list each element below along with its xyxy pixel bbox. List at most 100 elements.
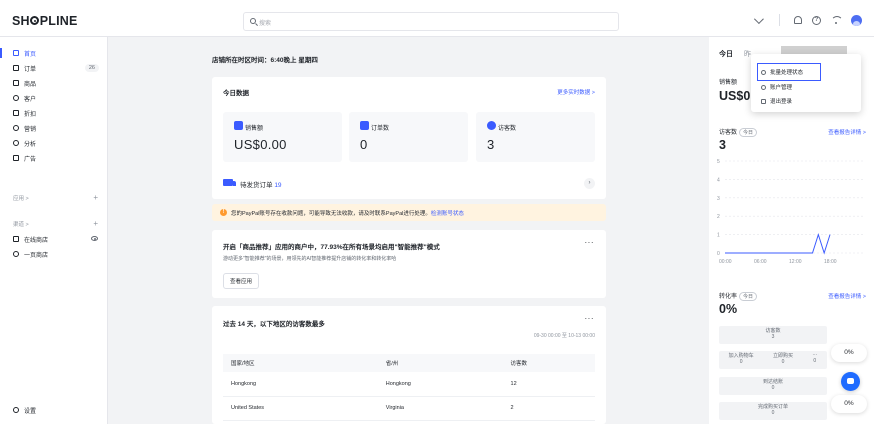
- signal-icon[interactable]: [831, 16, 841, 24]
- home-icon: [13, 50, 19, 56]
- help-icon[interactable]: ?: [812, 15, 821, 25]
- funnel-label: 访客数: [765, 328, 781, 334]
- more-realtime-link[interactable]: 更多实时数据 >: [557, 88, 595, 96]
- notice-message: 您的PayPal账号存在收款问题，可能导致无法收款，请及时联系PayPal进行处…: [231, 211, 431, 217]
- sidebar-item-label: 一页商店: [24, 252, 49, 259]
- metric-value: 3: [487, 137, 495, 152]
- menu-item-logout[interactable]: 退出登录: [761, 97, 792, 105]
- sidebar-item-marketing[interactable]: 营销: [0, 122, 108, 134]
- conversion-report-link[interactable]: 查看报告详情 >: [828, 292, 866, 300]
- shopline-logo[interactable]: SH PLINE: [12, 14, 78, 28]
- notice-text: 您的PayPal账号存在收款问题，可能导致无法收款，请及时联系PayPal进行处…: [231, 209, 464, 217]
- pending-shipment-card[interactable]: 待发货订单 19 ›: [212, 167, 606, 199]
- funnel-value: 0: [771, 410, 775, 416]
- chat-support-button[interactable]: [841, 372, 860, 391]
- y-tick-label: 1: [717, 233, 720, 239]
- y-tick-label: 2: [717, 214, 720, 220]
- sidebar-item-customers[interactable]: 客户: [0, 92, 108, 104]
- search-input[interactable]: 搜索: [243, 12, 619, 31]
- avatar[interactable]: [851, 14, 862, 26]
- conversion-label-text: 转化率: [719, 294, 738, 300]
- table-cell: Hongkong: [223, 372, 378, 397]
- funnel-label: 立即购买: [772, 353, 793, 359]
- chevron-right-icon[interactable]: ›: [584, 178, 595, 189]
- sidebar: 首页 订单 26 商品 客户 折扣 营销 分析 广告 应用 > + 渠道 > + 在线…: [0, 37, 108, 424]
- divider: [779, 14, 780, 26]
- sidebar-item-label: 订单: [24, 66, 37, 73]
- one-page-store-icon: [13, 251, 19, 257]
- funnel-value: 0: [771, 385, 775, 391]
- sidebar-item-online-store[interactable]: 在线商店: [0, 233, 108, 245]
- sidebar-item-discounts[interactable]: 折扣: [0, 107, 108, 119]
- today-title: 今日数据: [223, 90, 249, 97]
- bell-icon[interactable]: [794, 16, 802, 24]
- metric-orders[interactable]: 订单数 0: [349, 112, 468, 162]
- more-options-icon[interactable]: ···: [585, 314, 595, 323]
- sidebar-item-analytics[interactable]: 分析: [0, 137, 108, 149]
- funnel-step: 加入购物车 0: [729, 351, 754, 369]
- sidebar-item-settings[interactable]: 设置: [0, 404, 108, 416]
- promo-title: 开启「商品推荐」应用的商户中，77.93%在所有场景均启用"智能推荐"模式: [223, 244, 440, 251]
- sidebar-item-ads[interactable]: 广告: [0, 152, 108, 164]
- sidebar-item-orders[interactable]: 订单 26: [0, 62, 108, 74]
- date-range[interactable]: 09-30 00:00 至 10-13 00:00: [534, 332, 595, 339]
- view-app-button[interactable]: 查看应用: [223, 273, 260, 289]
- metric-label: 订单数: [371, 126, 390, 132]
- account-icon: [761, 84, 766, 90]
- metric-visitors[interactable]: 访客数 3: [476, 112, 595, 162]
- sidebar-item-one-page-store[interactable]: 一页商店: [0, 248, 108, 260]
- sidebar-group-channels[interactable]: 渠道 > +: [13, 219, 98, 228]
- search-icon: [250, 18, 256, 24]
- order-count-badge: 26: [84, 64, 99, 72]
- visitors-icon: [487, 121, 496, 130]
- sidebar-group-apps[interactable]: 应用 > +: [13, 193, 98, 202]
- store-time: 店铺所在时区时间：6:40晚上 星期四: [212, 57, 318, 64]
- promo-desc: 游动更多"智能推荐"的场景，用领先的AI智能推荐提升店铺的转化率和转化率哈: [223, 256, 397, 262]
- tab-yesterday[interactable]: 昨: [744, 49, 751, 59]
- sales-label: 销售额: [719, 80, 738, 86]
- y-tick-label: 4: [717, 177, 720, 183]
- visitors-report-link[interactable]: 查看报告详情 >: [828, 128, 866, 136]
- menu-item-account[interactable]: 账户管理: [761, 83, 792, 91]
- pending-label: 待发货订单 19: [240, 179, 282, 189]
- tab-today[interactable]: 今日: [719, 49, 733, 59]
- visitors-region-card: 过去 14 天，以下地区的访客数最多 ··· 09-30 00:00 至 10-…: [212, 306, 606, 424]
- funnel-label: 加入购物车: [728, 353, 754, 359]
- x-tick-label: 00:00: [719, 259, 732, 265]
- paypal-notice: ! 您的PayPal账号存在收款问题，可能导致无法收款，请及时联系PayPal进…: [212, 204, 606, 221]
- visitors-line-chart: 5 4 3 2 1 0 00:00 06:00 12:00 18:00: [717, 159, 865, 265]
- marketing-icon: [13, 125, 19, 131]
- funnel-value: 0: [739, 359, 743, 365]
- pending-count: 19: [274, 182, 282, 189]
- sidebar-item-label: 广告: [24, 156, 37, 163]
- more-options-icon[interactable]: ···: [585, 238, 595, 247]
- table-cell: Hongkong: [377, 372, 503, 397]
- funnel-value: 3: [771, 334, 775, 340]
- sidebar-item-label: 在线商店: [24, 237, 49, 244]
- sidebar-item-label: 客户: [24, 96, 37, 103]
- metric-value: 0: [360, 137, 368, 152]
- chevron-down-icon[interactable]: [753, 13, 764, 24]
- add-channel-icon[interactable]: +: [93, 219, 98, 228]
- today-tag: 今日: [739, 128, 758, 137]
- online-store-icon: [13, 236, 19, 242]
- check-account-link[interactable]: 检测账号状态: [431, 211, 464, 217]
- sales-icon: [234, 121, 243, 130]
- sidebar-item-products[interactable]: 商品: [0, 77, 108, 89]
- funnel-label: 到达结账: [762, 379, 783, 385]
- metric-label: 访客数: [498, 126, 517, 132]
- add-app-icon[interactable]: +: [93, 193, 98, 202]
- funnel-value: 0: [813, 358, 817, 364]
- menu-item-highlight: [757, 63, 821, 81]
- metric-value: US$0.00: [234, 137, 287, 152]
- metric-label: 销售额: [245, 126, 264, 132]
- top-bar: SH PLINE 搜索 ?: [0, 0, 874, 37]
- analytics-icon: [13, 140, 19, 146]
- sidebar-item-home[interactable]: 首页: [0, 47, 108, 59]
- conversion-value: 0%: [719, 302, 738, 316]
- x-tick-label: 12:00: [789, 259, 802, 265]
- eye-icon[interactable]: [91, 236, 98, 241]
- gear-icon: [13, 407, 19, 413]
- metric-sales[interactable]: 销售额 US$0.00: [223, 112, 342, 162]
- product-icon: [13, 80, 19, 86]
